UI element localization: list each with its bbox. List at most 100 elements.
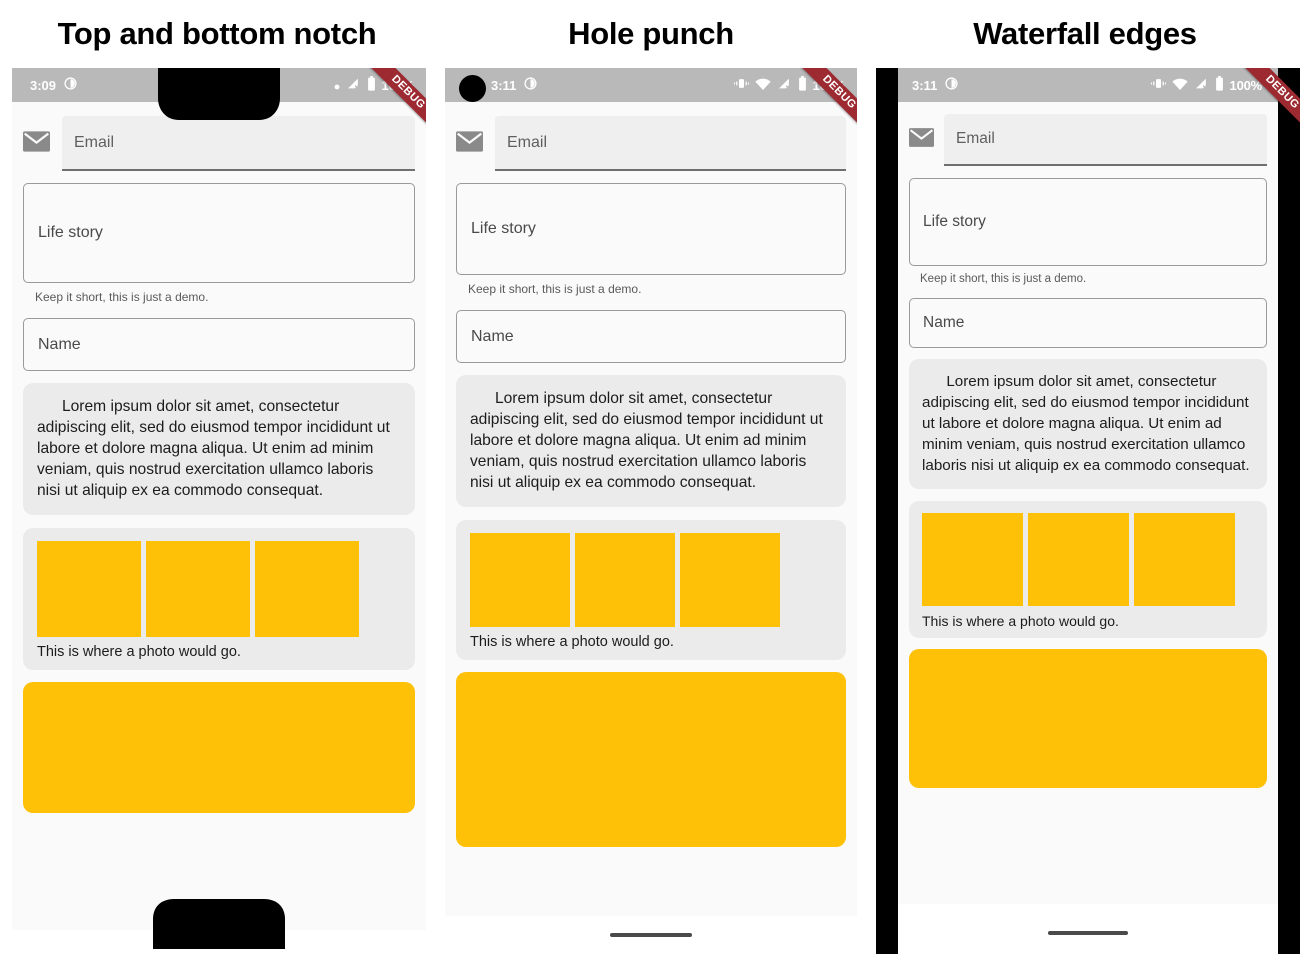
display-cutout-hole-punch (459, 75, 486, 102)
email-row: Email (909, 114, 1267, 166)
photo-card: This is where a photo would go. (456, 520, 846, 660)
gesture-bar[interactable] (610, 933, 692, 937)
lorem-paragraph-card: Lorem ipsum dolor sit amet, consectetur … (23, 383, 415, 515)
email-input[interactable]: Email (944, 114, 1267, 166)
lorem-paragraph-text: Lorem ipsum dolor sit amet, consectetur … (470, 390, 823, 491)
name-input[interactable]: Name (456, 310, 846, 363)
photo-caption: This is where a photo would go. (470, 634, 674, 650)
gesture-bar[interactable] (1048, 931, 1128, 935)
status-bar-left: 3:09 (30, 77, 77, 93)
form-content: Email Life story Keep it short, this is … (445, 102, 857, 902)
dnd-icon (524, 77, 537, 93)
photo-row (470, 533, 846, 627)
lorem-paragraph-text: Lorem ipsum dolor sit amet, consectetur … (37, 398, 390, 499)
photo-card: This is where a photo would go. (23, 528, 415, 670)
photo-row (37, 541, 415, 637)
lorem-paragraph-text: Lorem ipsum dolor sit amet, consectetur … (922, 373, 1250, 474)
amber-block[interactable] (909, 649, 1267, 788)
battery-icon (798, 76, 807, 94)
email-placeholder: Email (74, 133, 115, 151)
amber-block[interactable] (456, 672, 846, 847)
name-input[interactable]: Name (23, 318, 415, 371)
cell-signal-off-icon (346, 77, 361, 93)
photo-placeholder[interactable] (146, 541, 250, 637)
status-time: 3:11 (491, 77, 517, 93)
status-bar-left: 3:11 (912, 77, 958, 93)
email-input[interactable]: Email (495, 116, 846, 171)
panel-top-and-bottom-notch: Top and bottom notch 3:09 100% DEBUG Ema… (0, 0, 434, 954)
name-placeholder: Name (38, 335, 81, 353)
device-frame: 3:11 (876, 68, 1300, 954)
lorem-paragraph-card: Lorem ipsum dolor sit amet, consectetur … (909, 359, 1267, 489)
photo-placeholder[interactable] (922, 513, 1023, 606)
photo-placeholder[interactable] (470, 533, 570, 627)
name-placeholder: Name (471, 327, 514, 345)
form-content: Email Life story Keep it short, this is … (898, 102, 1278, 902)
panel-hole-punch: Hole punch 3:11 100% DEBUG Email Life st… (434, 0, 868, 954)
email-row: Email (456, 116, 846, 171)
life-story-helper-text: Keep it short, this is just a demo. (35, 290, 209, 304)
device-screen: 3:11 100% Email Life story Keep it short… (898, 68, 1278, 954)
lorem-paragraph-card: Lorem ipsum dolor sit amet, consectetur … (456, 375, 846, 507)
battery-percent: 100% (812, 77, 846, 93)
photo-placeholder[interactable] (680, 533, 780, 627)
photo-placeholder[interactable] (255, 541, 359, 637)
cell-signal-off-icon (1194, 77, 1209, 93)
photo-caption: This is where a photo would go. (37, 644, 241, 660)
photo-row (922, 513, 1267, 606)
photo-placeholder[interactable] (1028, 513, 1129, 606)
life-story-placeholder: Life story (471, 220, 536, 237)
life-story-input[interactable]: Life story (23, 183, 415, 283)
status-bar: 3:11 100% (898, 68, 1278, 102)
life-story-placeholder: Life story (38, 224, 103, 241)
wifi-icon (754, 78, 771, 93)
display-cutout-bottom-notch (153, 899, 285, 954)
vibrate-icon (733, 77, 749, 93)
battery-percent: 100% (381, 77, 415, 93)
email-placeholder: Email (956, 130, 995, 147)
panel-title: Hole punch (568, 16, 734, 51)
photo-placeholder[interactable] (575, 533, 675, 627)
dot-icon (334, 78, 340, 93)
panel-title: Top and bottom notch (57, 16, 377, 51)
panel-title: Waterfall edges (973, 16, 1197, 51)
photo-placeholder[interactable] (1134, 513, 1235, 606)
display-cutout-waterfall-right (1278, 68, 1300, 954)
mail-icon (23, 130, 50, 157)
mail-icon (909, 128, 934, 152)
status-bar-right: 100% (733, 76, 846, 94)
form-content: Email Life story Keep it short, this is … (12, 102, 426, 930)
battery-percent: 100% (1229, 77, 1263, 93)
photo-card: This is where a photo would go. (909, 501, 1267, 638)
life-story-placeholder: Life story (923, 213, 986, 230)
screenshot-root: Top and bottom notch 3:09 100% DEBUG Ema… (0, 0, 1302, 954)
status-bar: 3:11 100% (445, 68, 857, 102)
dnd-icon (945, 77, 958, 93)
device-frame: 3:11 (445, 68, 857, 954)
amber-block[interactable] (23, 682, 415, 813)
device-bottom-area (898, 904, 1278, 954)
device-frame: 3:09 100% DEBUG Email Life story Keep it… (12, 68, 426, 954)
name-input[interactable]: Name (909, 298, 1267, 348)
battery-icon (367, 76, 376, 94)
wifi-icon (1171, 78, 1188, 93)
status-time: 3:11 (912, 77, 938, 93)
vibrate-icon (1150, 77, 1166, 93)
display-cutout-waterfall-left (876, 68, 898, 954)
email-placeholder: Email (507, 133, 548, 151)
status-bar-right: 100% (1150, 76, 1263, 94)
mail-icon (456, 130, 483, 157)
battery-icon (1215, 76, 1224, 94)
life-story-helper-text: Keep it short, this is just a demo. (920, 273, 1087, 285)
photo-placeholder[interactable] (37, 541, 141, 637)
photo-caption: This is where a photo would go. (922, 613, 1119, 629)
status-bar-right: 100% (334, 76, 414, 94)
status-time: 3:09 (30, 77, 57, 93)
status-bar-left: 3:11 (491, 77, 537, 93)
display-cutout-top-notch (158, 68, 280, 125)
life-story-helper-text: Keep it short, this is just a demo. (468, 282, 642, 296)
life-story-input[interactable]: Life story (909, 178, 1267, 266)
dnd-icon (64, 77, 77, 93)
panel-waterfall-edges: Waterfall edges 3:11 100% Email Life sto… (868, 0, 1302, 954)
life-story-input[interactable]: Life story (456, 183, 846, 275)
